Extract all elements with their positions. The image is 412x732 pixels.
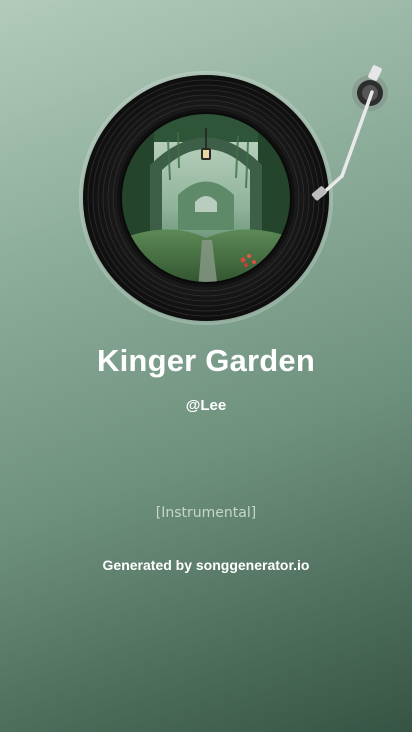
song-title: Kinger Garden — [97, 343, 315, 378]
lyrics-text: [Instrumental] — [155, 505, 257, 521]
tonearm — [311, 65, 388, 201]
artist-handle[interactable]: @Lee — [0, 397, 412, 414]
generator-credit[interactable]: Generated by songgenerator.io — [0, 557, 412, 573]
